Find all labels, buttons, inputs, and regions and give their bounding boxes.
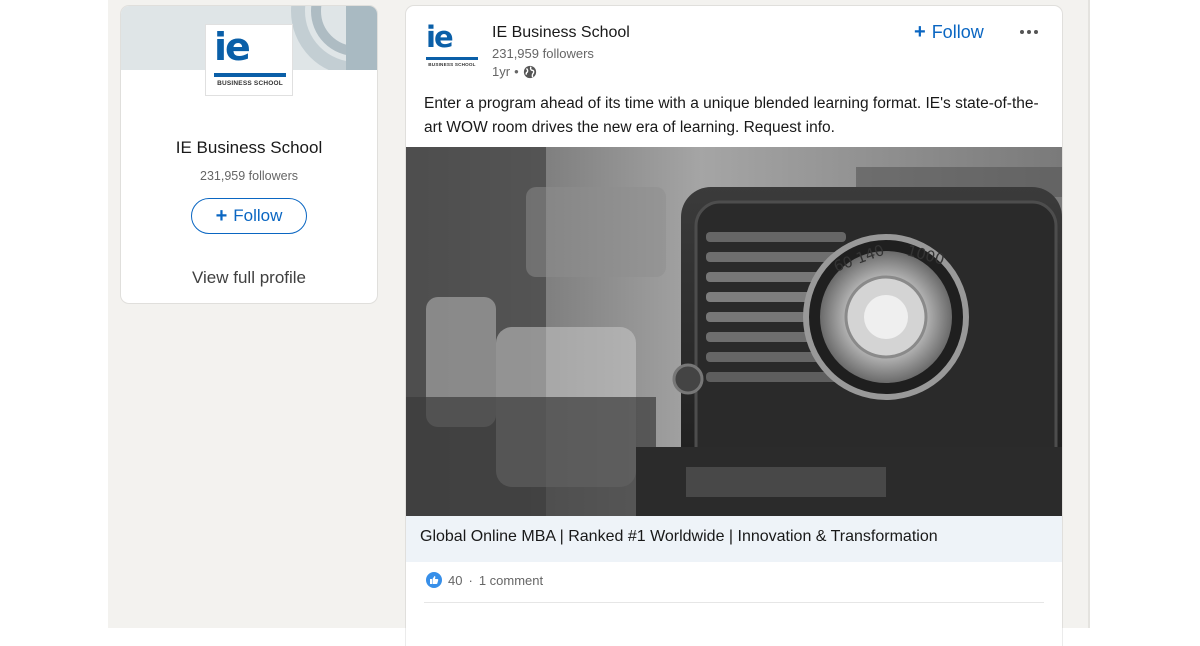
logo-mark: ie [214,25,251,69]
post-follower-count: 231,959 followers [492,46,594,61]
company-profile-card: ie BUSINESS SCHOOL IE Business School 23… [121,6,377,303]
post-company-logo[interactable]: ie BUSINESS SCHOOL [424,20,480,76]
follow-button[interactable]: + Follow [191,198,307,234]
page-edge [1088,0,1090,628]
logo-subtitle: BUSINESS SCHOOL [217,80,283,87]
thumb-up-icon [430,576,439,584]
banner-decoration [346,6,377,70]
post-image-vintage-radio[interactable]: 60 140 1000 [406,147,1062,516]
reaction-count: 40 [448,572,463,588]
company-name[interactable]: IE Business School [121,138,377,158]
logo-mark: ie [426,20,454,54]
social-separator: · [468,572,473,588]
meta-separator: • [514,64,519,79]
company-logo[interactable]: ie BUSINESS SCHOOL [205,24,293,96]
logo-subtitle: BUSINESS SCHOOL [428,62,476,67]
post-text: Enter a program ahead of its time with a… [424,95,1039,136]
logo-bar [426,57,478,60]
radio-illustration: 60 140 1000 [406,147,1062,516]
plus-icon: + [914,21,926,43]
logo-bar [214,73,286,77]
post-meta: 1yr • [492,64,537,79]
more-dot [1027,30,1031,34]
more-dot [1020,30,1024,34]
follow-label: Follow [233,206,283,225]
more-icon[interactable] [1014,20,1044,44]
post-follow-button[interactable]: + Follow [914,20,984,44]
social-counts[interactable]: 40 · 1 comment [426,572,543,588]
like-icon [426,572,442,588]
follower-count: 231,959 followers [200,169,298,183]
view-full-profile-link[interactable]: View full profile [121,268,377,288]
comment-count[interactable]: 1 comment [479,573,543,588]
post-age: 1yr [492,64,511,79]
ad-headline-link[interactable]: Global Online MBA | Ranked #1 Worldwide … [406,516,1062,562]
plus-icon: + [215,205,228,227]
divider [424,602,1044,603]
post-company-name[interactable]: IE Business School [492,24,630,42]
follow-label: Follow [931,21,984,42]
globe-icon [523,65,536,78]
more-dot [1034,30,1038,34]
sponsored-post-card: ie BUSINESS SCHOOL IE Business School 23… [406,6,1062,646]
